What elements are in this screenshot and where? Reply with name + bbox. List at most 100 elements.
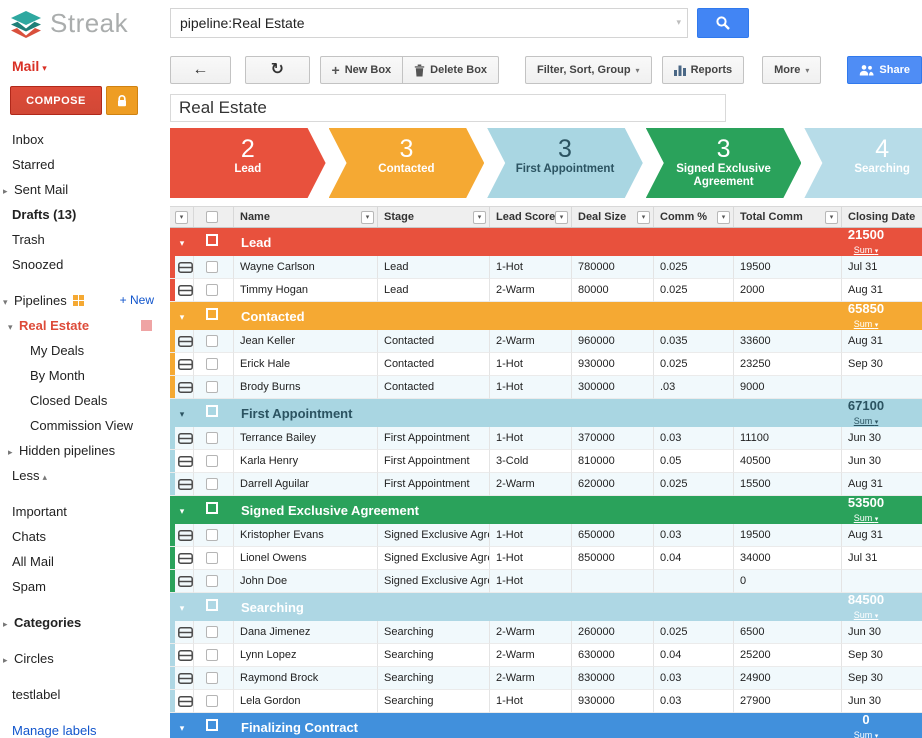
- cell-total-comm[interactable]: 19500: [734, 524, 842, 547]
- cell-deal-size[interactable]: 930000: [572, 353, 654, 376]
- column-dropdown-button[interactable]: ▾: [825, 211, 838, 224]
- cell-closing-date[interactable]: Aug 31: [842, 524, 922, 547]
- group-sum-button[interactable]: Sum ▾: [854, 417, 879, 426]
- sidebar-item-sent-mail[interactable]: ▸Sent Mail: [0, 177, 162, 202]
- cell-total-comm[interactable]: 24900: [734, 667, 842, 690]
- search-button[interactable]: [697, 8, 749, 38]
- cell-comm[interactable]: 0.035: [654, 330, 734, 353]
- cell-comm[interactable]: 0.03: [654, 427, 734, 450]
- box-icon[interactable]: [178, 285, 193, 296]
- sidebar-item-drafts-13[interactable]: Drafts (13): [0, 202, 162, 227]
- group-sum-button[interactable]: Sum ▾: [854, 611, 879, 620]
- refresh-button[interactable]: ↻: [245, 56, 310, 84]
- box-icon[interactable]: [178, 673, 193, 684]
- cell-lead-score[interactable]: 1-Hot: [490, 547, 572, 570]
- table-row[interactable]: Darrell AguilarFirst Appointment2-Warm62…: [170, 473, 922, 496]
- cell-total-comm[interactable]: 6500: [734, 621, 842, 644]
- cell-total-comm[interactable]: 0: [734, 570, 842, 593]
- cell-deal-size[interactable]: 780000: [572, 256, 654, 279]
- cell-name[interactable]: Lionel Owens: [234, 547, 378, 570]
- cell-total-comm[interactable]: 40500: [734, 450, 842, 473]
- cell-stage[interactable]: Signed Exclusive Agreement: [378, 524, 490, 547]
- cell-stage[interactable]: Searching: [378, 667, 490, 690]
- cell-deal-size[interactable]: 630000: [572, 644, 654, 667]
- sidebar-item-starred[interactable]: Starred: [0, 152, 162, 177]
- cell-closing-date[interactable]: Jun 30: [842, 690, 922, 713]
- table-row[interactable]: Lela GordonSearching1-Hot9300000.0327900…: [170, 690, 922, 713]
- sidebar-item-spam[interactable]: Spam: [0, 574, 162, 599]
- cell-comm[interactable]: .03: [654, 376, 734, 399]
- group-checkbox[interactable]: [206, 599, 218, 611]
- cell-closing-date[interactable]: Jun 30: [842, 427, 922, 450]
- table-row[interactable]: Karla HenryFirst Appointment3-Cold810000…: [170, 450, 922, 473]
- cell-lead-score[interactable]: 1-Hot: [490, 256, 572, 279]
- cell-closing-date[interactable]: Jun 30: [842, 621, 922, 644]
- row-checkbox[interactable]: [206, 672, 218, 684]
- cell-closing-date[interactable]: Jun 30: [842, 450, 922, 473]
- cell-total-comm[interactable]: 34000: [734, 547, 842, 570]
- cell-lead-score[interactable]: 2-Warm: [490, 621, 572, 644]
- row-checkbox[interactable]: [206, 261, 218, 273]
- mail-menu[interactable]: Mail▾: [0, 56, 162, 86]
- cell-lead-score[interactable]: 2-Warm: [490, 667, 572, 690]
- cell-total-comm[interactable]: 33600: [734, 330, 842, 353]
- cell-closing-date[interactable]: Sep 30: [842, 667, 922, 690]
- row-checkbox[interactable]: [206, 552, 218, 564]
- cell-stage[interactable]: Contacted: [378, 330, 490, 353]
- stage-arrow-searching[interactable]: 4Searching: [804, 128, 922, 198]
- table-row[interactable]: Terrance BaileyFirst Appointment1-Hot370…: [170, 427, 922, 450]
- column-dropdown-button[interactable]: ▾: [637, 211, 650, 224]
- cell-lead-score[interactable]: 2-Warm: [490, 473, 572, 496]
- reports-button[interactable]: Reports: [662, 56, 745, 84]
- cell-comm[interactable]: 0.025: [654, 473, 734, 496]
- cell-comm[interactable]: 0.025: [654, 353, 734, 376]
- sidebar-item-categories[interactable]: ▸Categories: [0, 610, 162, 635]
- cell-stage[interactable]: First Appointment: [378, 427, 490, 450]
- cell-name[interactable]: Lynn Lopez: [234, 644, 378, 667]
- box-icon[interactable]: [178, 479, 193, 490]
- cell-comm[interactable]: 0.025: [654, 621, 734, 644]
- cell-stage[interactable]: First Appointment: [378, 450, 490, 473]
- cell-stage[interactable]: First Appointment: [378, 473, 490, 496]
- cell-deal-size[interactable]: [572, 570, 654, 593]
- box-icon[interactable]: [178, 433, 193, 444]
- group-sum-button[interactable]: Sum ▾: [854, 246, 879, 255]
- table-row[interactable]: Raymond BrockSearching2-Warm8300000.0324…: [170, 667, 922, 690]
- row-checkbox[interactable]: [206, 649, 218, 661]
- cell-deal-size[interactable]: 370000: [572, 427, 654, 450]
- cell-comm[interactable]: 0.04: [654, 644, 734, 667]
- cell-total-comm[interactable]: 9000: [734, 376, 842, 399]
- group-expander-icon[interactable]: ▾: [180, 506, 185, 516]
- group-checkbox[interactable]: [206, 405, 218, 417]
- sidebar-item-hidden-pipelines[interactable]: ▸Hidden pipelines: [0, 438, 162, 463]
- sidebar-item-all-mail[interactable]: All Mail: [0, 549, 162, 574]
- group-checkbox[interactable]: [206, 502, 218, 514]
- cell-total-comm[interactable]: 15500: [734, 473, 842, 496]
- sidebar-item-pipelines[interactable]: ▾Pipelines+ New: [0, 288, 162, 313]
- cell-name[interactable]: Wayne Carlson: [234, 256, 378, 279]
- group-expander-icon[interactable]: ▾: [180, 723, 185, 733]
- group-expander-icon[interactable]: ▾: [180, 603, 185, 613]
- cell-closing-date[interactable]: [842, 376, 922, 399]
- pipeline-title-input[interactable]: [170, 94, 726, 122]
- sidebar-item-chats[interactable]: Chats: [0, 524, 162, 549]
- cell-stage[interactable]: Lead: [378, 256, 490, 279]
- cell-deal-size[interactable]: 650000: [572, 524, 654, 547]
- table-row[interactable]: Dana JimenezSearching2-Warm2600000.02565…: [170, 621, 922, 644]
- table-row[interactable]: Lionel OwensSigned Exclusive Agreement1-…: [170, 547, 922, 570]
- select-all-checkbox[interactable]: [206, 211, 218, 223]
- column-dropdown-button[interactable]: ▾: [361, 211, 374, 224]
- filter-sort-group-button[interactable]: Filter, Sort, Group ▾: [525, 56, 652, 84]
- box-icon[interactable]: [178, 650, 193, 661]
- cell-comm[interactable]: 0.05: [654, 450, 734, 473]
- cell-name[interactable]: Terrance Bailey: [234, 427, 378, 450]
- expand-icon[interactable]: ▸: [8, 440, 19, 465]
- row-checkbox[interactable]: [206, 335, 218, 347]
- row-checkbox[interactable]: [206, 284, 218, 296]
- sidebar-item-snoozed[interactable]: Snoozed: [0, 252, 162, 277]
- cell-total-comm[interactable]: 25200: [734, 644, 842, 667]
- collapse-icon[interactable]: ▾: [8, 315, 19, 340]
- cell-deal-size[interactable]: 930000: [572, 690, 654, 713]
- cell-lead-score[interactable]: 1-Hot: [490, 570, 572, 593]
- cell-comm[interactable]: 0.04: [654, 547, 734, 570]
